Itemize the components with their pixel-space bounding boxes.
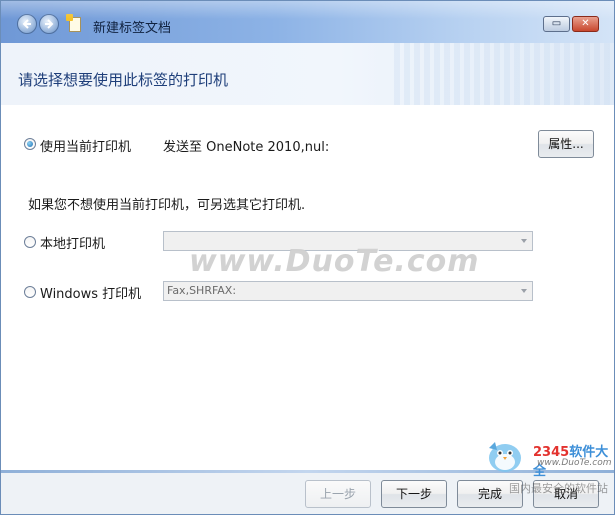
duote-watermark: www.DuoTe.com xyxy=(189,244,480,279)
hint-text: 如果您不想使用当前打印机，可另选其它打印机. xyxy=(28,198,306,213)
windows-printer-value: Fax,SHRFAX: xyxy=(167,284,237,297)
page-heading: 请选择想要使用此标签的打印机 xyxy=(18,71,229,89)
maximize-button[interactable]: ▭ xyxy=(543,16,570,32)
radio-local-printer[interactable] xyxy=(24,236,36,248)
site-watermark: 2345软件大全 www.DuoTe.com 国内最安全的软件站 xyxy=(481,436,613,496)
forward-arrow-icon[interactable] xyxy=(39,14,59,34)
site-slogan: 国内最安全的软件站 xyxy=(509,482,608,495)
windows-printer-select[interactable]: Fax,SHRFAX: xyxy=(163,281,533,301)
local-printer-label[interactable]: 本地打印机 xyxy=(40,233,105,252)
radio-current-printer[interactable] xyxy=(24,138,36,150)
maximize-icon: ▭ xyxy=(551,18,562,29)
properties-button[interactable]: 属性... xyxy=(538,130,594,158)
chevron-down-icon xyxy=(521,239,527,243)
close-button[interactable]: ✕ xyxy=(572,16,599,32)
chevron-down-icon xyxy=(521,289,527,293)
title-bar: 新建标签文档 ▭ ✕ xyxy=(1,1,614,43)
window-title: 新建标签文档 xyxy=(93,21,172,36)
banner-decoration xyxy=(394,43,614,105)
close-icon: ✕ xyxy=(581,18,590,29)
current-printer-label[interactable]: 使用当前打印机 xyxy=(40,136,131,155)
radio-windows-printer[interactable] xyxy=(24,286,36,298)
back-button[interactable]: 上一步 xyxy=(305,480,371,508)
current-printer-detail: 发送至 OneNote 2010,nul: xyxy=(163,140,330,155)
document-icon xyxy=(66,14,81,32)
next-button[interactable]: 下一步 xyxy=(381,480,447,508)
wizard-window: 新建标签文档 ▭ ✕ 请选择想要使用此标签的打印机 使用当前打印机 发送至 On… xyxy=(0,0,615,515)
back-arrow-icon[interactable] xyxy=(17,14,37,34)
bird-logo-icon xyxy=(489,442,521,472)
windows-printer-label[interactable]: Windows 打印机 xyxy=(40,283,141,302)
site-url: www.DuoTe.com xyxy=(537,458,612,468)
